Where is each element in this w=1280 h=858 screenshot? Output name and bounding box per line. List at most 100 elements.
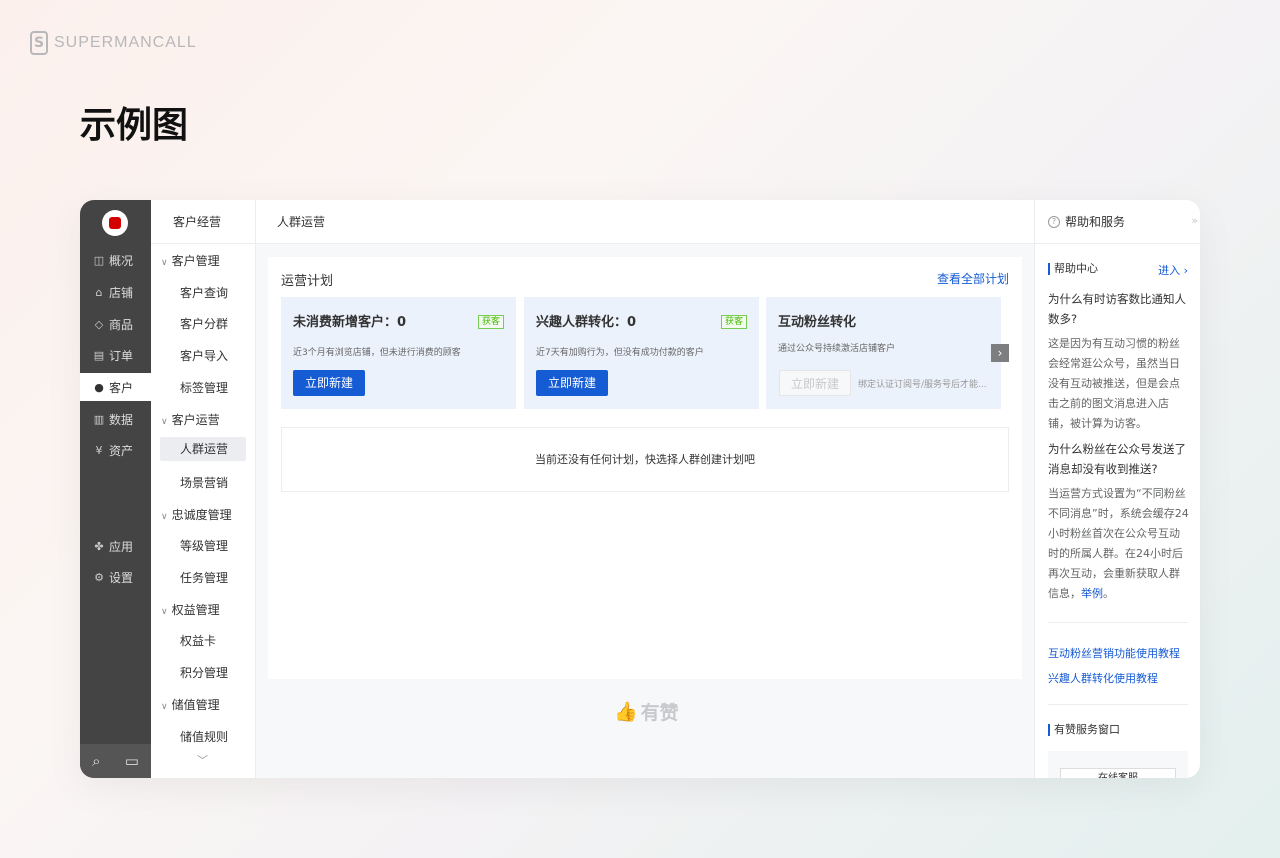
example-link[interactable]: 举例 [1081,587,1103,600]
footer-brand-text: 有赞 [640,702,679,724]
card-desc: 通过公众号持续激活店铺客户 [778,344,896,354]
chevron-down-icon[interactable]: ﹀ [197,752,208,768]
nav-group-label: 客户运营 [171,412,220,427]
chevron-down-icon: ∨ [161,258,168,268]
create-now-button-disabled[interactable]: 立即新建 [779,370,851,396]
yen-icon: ¥ [95,443,103,457]
primary-nav-item[interactable]: ¥ 资产 [80,436,151,464]
primary-nav-item[interactable]: ● 客户 [80,373,151,401]
nav-subitem[interactable]: 客户分群 [151,315,255,332]
help-header: ? 帮助和服务 [1035,200,1200,244]
nav-subitem[interactable]: 场景营销 [151,474,255,491]
primary-nav-item[interactable]: ◇ 商品 [80,310,151,338]
faq-answer-1: 这是因为有互动习惯的粉丝会经常逛公众号，虽然当日没有互动被推送，但是会点击之前的… [1048,337,1180,430]
brand-logo-icon: S [30,31,48,55]
faq-question-1[interactable]: 为什么有时访客数比通知人数多? [1048,289,1190,329]
chevron-down-icon: ∨ [161,511,168,522]
primary-nav: ◫ 概况 ⌂ 店铺 ◇ 商品 ▤ 订单 ● 客户 ▥ 数据 ¥ 资产 ✤ 应用 ⚙ 设置 ⌕ ▭ [80,200,151,778]
card-title: 兴趣人群转化：0 [536,315,637,330]
help-panel: ? 帮助和服务 » 帮助中心 进入 › 为什么有时访客数比通知人数多? 这是因为… [1034,200,1200,778]
nav-group-label: 权益管理 [171,602,220,617]
chevron-down-icon: ∨ [161,416,168,427]
collapse-icon[interactable]: » [1191,214,1198,227]
primary-nav-item[interactable]: ✤ 应用 [80,532,151,560]
primary-nav-item[interactable]: ◫ 概况 [80,246,151,274]
search-icon[interactable]: ⌕ [92,752,100,770]
apps-icon: ✤ [94,539,104,553]
breadcrumb: 人群运营 [256,200,1034,244]
plan-panel: 运营计划 查看全部计划 未消费新增客户：0 获客 近3个月有浏览店铺，但未进行消… [268,257,1022,679]
plan-card-unconsumed: 未消费新增客户：0 获客 近3个月有浏览店铺，但未进行消费的顾客 立即新建 [281,297,516,409]
nav-group[interactable]: ∨ 客户管理 [151,252,255,269]
order-icon: ▤ [93,348,105,362]
help-title: 帮助和服务 [1065,215,1126,229]
primary-nav-label: 资产 [109,443,134,458]
nav-subitem[interactable]: 人群运营 [160,437,246,462]
primary-nav-label: 店铺 [109,285,134,300]
tutorial-link-interest[interactable]: 兴趣人群转化使用教程 [1048,670,1158,686]
faq-answer-2: 当运营方式设置为“不同粉丝不同消息”时，系统会缓存24小时粉丝首次在公众号互动时… [1048,484,1190,604]
message-icon[interactable]: ▭ [125,752,139,770]
footer-brand: 👍 有赞 [614,698,679,725]
question-icon: ? [1048,215,1060,228]
online-service-button[interactable]: 在线客服 [1060,768,1176,778]
plan-card-interest: 兴趣人群转化：0 获客 近7天有加购行为，但没有成功付款的客户 立即新建 [524,297,759,409]
card-desc: 近7天有加购行为，但没有成功付款的客户 [536,348,704,358]
secondary-nav: 客户经营 ∨ 客户管理 客户查询 客户分群 客户导入 标签管理 ∨ 客户运营 人群运营 场景营销 ∨… [151,200,256,778]
nav-group-label: 客户管理 [171,254,220,268]
brand: S SUPERMANCALL [30,31,197,55]
nav-subitem[interactable]: 客户查询 [151,284,255,301]
app-logo-icon[interactable] [102,210,128,236]
create-now-button[interactable]: 立即新建 [293,370,365,396]
primary-nav-label: 商品 [109,317,134,332]
secondary-nav-header: 客户经营 [151,200,255,244]
user-icon: ● [94,380,104,394]
main-content: 人群运营 运营计划 查看全部计划 未消费新增客户：0 获客 近3个月有浏览店铺，… [256,200,1034,778]
primary-nav-item[interactable]: ▤ 订单 [80,341,151,369]
view-all-plans-link[interactable]: 查看全部计划 [937,270,1009,287]
nav-subitem[interactable]: 客户导入 [151,347,255,364]
nav-group[interactable]: ∨ 权益管理 [151,601,255,618]
brand-name: SUPERMANCALL [54,34,197,51]
nav-subitem[interactable]: 标签管理 [151,379,255,396]
divider [1048,622,1188,623]
monitor-icon: ◫ [93,253,105,267]
nav-subitem[interactable]: 积分管理 [151,664,255,681]
faq-answer-2-text: 当运营方式设置为“不同粉丝不同消息”时，系统会缓存24小时粉丝首次在公众号互动时… [1048,487,1189,600]
gear-icon: ⚙ [94,570,104,584]
nav-group[interactable]: ∨ 客户运营 [151,411,255,428]
card-title: 互动粉丝转化 [778,315,857,330]
card-title: 未消费新增客户：0 [293,315,407,330]
card-tag: 获客 [477,315,504,329]
primary-nav-item[interactable]: ⚙ 设置 [80,563,151,591]
faq-question-2[interactable]: 为什么粉丝在公众号发送了消息却没有收到推送? [1048,439,1190,479]
card-tag: 获客 [720,315,747,329]
nav-group[interactable]: ∨ 忠诚度管理 [151,506,255,523]
service-window-title: 有赞服务窗口 [1048,724,1120,736]
help-center-title: 帮助中心 [1048,263,1098,275]
section-title: 运营计划 [281,274,334,289]
primary-nav-label: 数据 [109,412,134,427]
nav-subitem[interactable]: 权益卡 [151,632,255,649]
thumbs-up-icon: 👍 [614,701,638,723]
primary-nav-label: 订单 [109,348,134,363]
store-icon: ⌂ [95,285,103,299]
chevron-down-icon: ∨ [161,701,168,712]
primary-nav-label: 客户 [109,380,134,395]
chevron-down-icon: ∨ [161,606,168,617]
nav-subitem[interactable]: 储值规则 [151,728,255,745]
primary-nav-item[interactable]: ▥ 数据 [80,405,151,433]
nav-group[interactable]: ∨ 储值管理 [151,696,255,713]
empty-state: 当前还没有任何计划，快选择人群创建计划吧 [281,427,1009,492]
enter-help-center-link[interactable]: 进入 › [1158,262,1188,278]
card-hint: 绑定认证订阅号/服务号后才能... [858,380,987,390]
primary-nav-label: 概况 [109,253,134,268]
create-now-button[interactable]: 立即新建 [536,370,608,396]
primary-nav-item[interactable]: ⌂ 店铺 [80,278,151,306]
tutorial-link-fans[interactable]: 互动粉丝营销功能使用教程 [1048,645,1180,661]
primary-nav-label: 应用 [109,539,134,554]
chevron-right-icon[interactable]: › [991,344,1009,362]
nav-subitem[interactable]: 等级管理 [151,537,255,554]
nav-subitem[interactable]: 任务管理 [151,569,255,586]
nav-group-label: 储值管理 [171,697,220,712]
